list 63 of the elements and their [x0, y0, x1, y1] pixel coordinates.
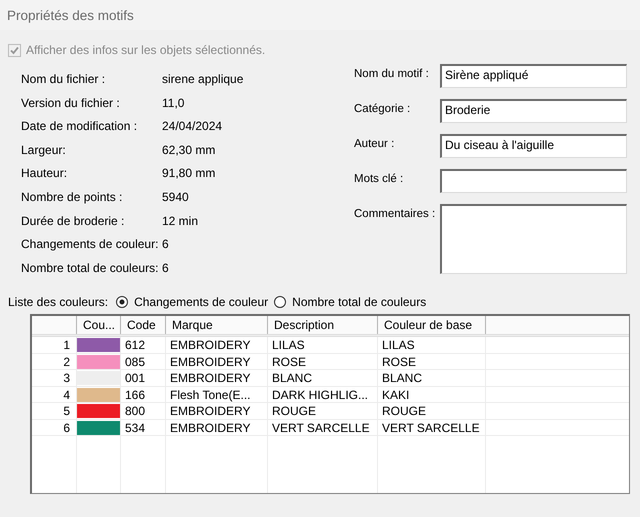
list-label: Liste des couleurs:: [8, 295, 108, 310]
table-cell: KAKI: [378, 386, 486, 403]
info-value: 62,30 mm: [162, 142, 216, 157]
field-label: Catégorie :: [354, 102, 412, 115]
column-header[interactable]: Cou...: [77, 316, 121, 334]
column-header[interactable]: Marque: [166, 316, 268, 334]
field-label: Nom du motif :: [354, 67, 430, 80]
table-cell: BLANC: [378, 370, 486, 386]
info-label: Nombre total de couleurs:: [21, 260, 160, 275]
table-cell: VERT SARCELLE: [378, 420, 486, 436]
info-value: 24/04/2024: [162, 119, 222, 134]
info-value: 91,80 mm: [162, 166, 216, 180]
table-cell: ROSE: [378, 354, 486, 370]
table-cell: ROUGE: [268, 403, 378, 420]
checkbox-label: Afficher des infos sur les objets sélectionnés.: [26, 43, 266, 57]
info-value: 5940: [162, 190, 189, 204]
table-cell: BLANC: [268, 370, 378, 386]
field-label: Commentaires :: [354, 207, 436, 220]
table-cell: 001: [121, 370, 166, 386]
table-cell: 534: [121, 420, 166, 436]
input-field[interactable]: [440, 169, 627, 193]
table-cell: EMBROIDERY: [166, 337, 268, 354]
info-label: Date de modification :: [21, 119, 138, 134]
input-field[interactable]: Sirène appliqué: [440, 64, 627, 88]
info-label: Nom du fichier :: [21, 72, 106, 86]
input-field[interactable]: Broderie: [440, 99, 627, 123]
info-label: Durée de broderie :: [21, 214, 126, 228]
field-label: Mots clé :: [354, 172, 404, 185]
table-cell: ROUGE: [378, 403, 486, 420]
table-cell: 800: [121, 403, 166, 420]
column-header[interactable]: Description: [268, 316, 378, 334]
radio-label: Nombre total de couleurs: [292, 295, 426, 310]
table-cell: ROSE: [268, 354, 378, 370]
table-cell: Flesh Tone(E...: [166, 386, 268, 403]
info-value: 6: [162, 237, 169, 252]
table-cell: VERT SARCELLE: [268, 420, 378, 436]
table-cell: EMBROIDERY: [166, 370, 268, 386]
comments-field[interactable]: [440, 204, 627, 274]
info-label: Version du fichier :: [21, 96, 121, 110]
table-cell: LILAS: [268, 337, 378, 354]
table-cell: 612: [121, 337, 166, 354]
table-cell: LILAS: [378, 337, 486, 354]
info-value: sirene applique: [162, 72, 244, 86]
column-header[interactable]: Couleur de base: [378, 316, 486, 334]
field-label: Auteur :: [354, 137, 396, 150]
radio-button[interactable]: [274, 296, 286, 308]
radio-button[interactable]: [116, 296, 128, 308]
table-cell: DARK HIGHLIG...: [268, 386, 378, 403]
info-value: 11,0: [162, 96, 184, 110]
info-label: Hauteur:: [21, 166, 68, 180]
column-header[interactable]: Code: [121, 316, 166, 334]
radio-label: Changements de couleur: [134, 295, 268, 310]
info-value: 12 min: [162, 214, 198, 228]
info-value: 6: [162, 260, 169, 275]
info-label: Changements de couleur:: [21, 237, 160, 252]
info-label: Largeur:: [21, 142, 67, 157]
table-cell: EMBROIDERY: [166, 420, 268, 436]
table-cell: 166: [121, 386, 166, 403]
input-field[interactable]: Du ciseau à l'aiguille: [440, 134, 627, 158]
table-cell: EMBROIDERY: [166, 354, 268, 370]
info-label: Nombre de points :: [21, 190, 124, 204]
table-cell: 085: [121, 354, 166, 370]
table-cell: EMBROIDERY: [166, 403, 268, 420]
